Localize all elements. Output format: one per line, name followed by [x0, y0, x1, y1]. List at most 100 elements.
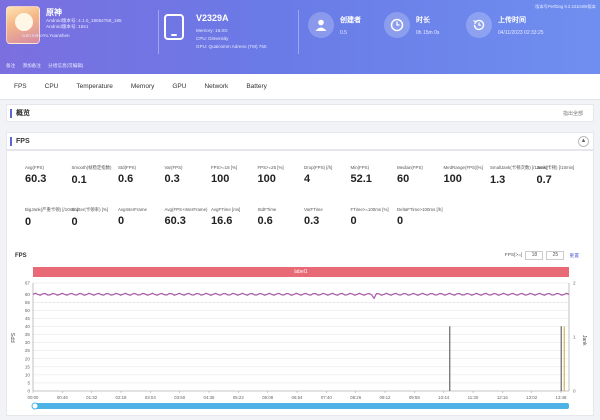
y-tick-label: 45 — [25, 316, 31, 321]
y-tick-label: 0 — [27, 389, 30, 394]
y-tick-label: 15 — [25, 364, 31, 369]
reset-link[interactable]: 重置 — [569, 252, 579, 259]
header-divider — [298, 10, 299, 54]
x-tick-label: 03:04 — [145, 395, 157, 400]
x-tick-label: 10:44 — [438, 395, 450, 400]
device-memory: Memory: 16.0G — [196, 28, 228, 33]
creator-value: 0.5 — [340, 30, 347, 36]
tab-network[interactable]: Network — [204, 83, 228, 90]
add-note-link[interactable]: 添加备注 — [22, 63, 40, 68]
user-icon — [308, 12, 334, 38]
x-tick-label: 02:18 — [116, 395, 128, 400]
duration-label: 时长 — [416, 17, 430, 24]
x-tick-label: 00:46 — [57, 395, 69, 400]
timeline-slider — [33, 403, 569, 409]
fps-panel-title: FPS — [16, 137, 30, 145]
x-tick-label: 00:00 — [28, 395, 40, 400]
app-package: com.miHoYo.Yuanshen — [22, 33, 70, 38]
fps-panel: Avg(FPS) 60.3 Smooth(帧稳定指数) 0.1 Std(FPS) 0.6 V… — [6, 150, 594, 416]
tab-gpu[interactable]: GPU — [172, 83, 186, 90]
fps-panel-header: FPS ▲ — [6, 132, 594, 150]
tab-temperature[interactable]: Temperature — [76, 83, 113, 90]
metric-item: DeltaFTime>100ms [/h] 0 — [397, 207, 457, 227]
y-tick-label: 50 — [25, 308, 31, 313]
overview-bar: 概览 指出全部 — [6, 104, 594, 122]
x-tick-label: 09:58 — [409, 395, 421, 400]
overview-title: 概览 — [16, 110, 30, 117]
section-marker — [10, 108, 12, 118]
creator-stat: 创建者 0.5 — [308, 12, 388, 48]
right-tick-label: 2 — [573, 281, 576, 286]
range-min-input[interactable]: 18 — [525, 251, 544, 260]
y-axis-label: FPS — [11, 332, 17, 342]
right-tick-label: 1 — [573, 335, 576, 340]
device-cpu: CPU: Dimensity — [196, 36, 229, 41]
fps-line-chart: 0 5 10 15 20 25 30 35 40 45 50 55 60 67 0 1 2 FPS Jank 00:0… — [11, 281, 587, 410]
device-info: V2329A Memory: 16.0G CPU: Dimensity GPU:… — [164, 10, 294, 60]
x-tick-label: 05:22 — [233, 395, 245, 400]
x-tick-label: 06:08 — [262, 395, 274, 400]
metric-tabs: FPS CPU Temperature Memory GPU Network B… — [0, 74, 600, 100]
x-tick-label: 13:02 — [526, 395, 538, 400]
x-tick-label: 03:50 — [174, 395, 186, 400]
metric-label: DeltaFTime>100ms [/h] — [397, 207, 443, 212]
collapse-icon[interactable]: ▲ — [578, 136, 589, 147]
right-axis-label: Jank — [581, 335, 587, 346]
note-links: 备注 添加备注 分组信息(可编辑) — [6, 63, 89, 69]
x-tick-label: 13:48 — [556, 395, 568, 400]
version-info: 版本号PerfDog 9.3 2310406版本 — [535, 4, 596, 9]
clock-icon — [384, 12, 410, 38]
history-icon — [466, 12, 492, 38]
y-tick-label: 55 — [25, 300, 31, 305]
y-tick-label: 67 — [25, 281, 31, 286]
device-gpu: GPU: Qualcomm Adreno (TM) 750 — [196, 44, 267, 49]
y-tick-label: 20 — [25, 356, 31, 361]
metric-label: Jank(卡顿) [/10min] — [536, 165, 575, 170]
upload-label: 上传时间 — [498, 17, 526, 24]
label-banner[interactable]: label1 — [33, 267, 569, 277]
metric-value: 0.7 — [536, 174, 552, 186]
metric-item: Jank(卡顿) [/10min] 0.7 — [537, 165, 597, 186]
y-tick-label: 10 — [25, 372, 31, 377]
tab-cpu[interactable]: CPU — [45, 83, 59, 90]
x-tick-label: 01:32 — [86, 395, 98, 400]
app-name: 原神 — [46, 8, 62, 17]
y-tick-label: 5 — [27, 380, 30, 385]
section-marker — [10, 136, 12, 146]
y-tick-label: 40 — [25, 324, 31, 329]
tab-memory[interactable]: Memory — [131, 83, 154, 90]
tab-fps[interactable]: FPS — [14, 83, 27, 90]
expand-all-link[interactable]: 指出全部 — [563, 110, 583, 117]
y-tick-label: 60 — [25, 292, 31, 297]
fps-range-controls: FPS[>=] 18 25 重置 — [505, 251, 579, 260]
x-tick-label: 08:26 — [350, 395, 362, 400]
upload-value: 04/11/2023 02:33:25 — [498, 30, 544, 36]
note-label[interactable]: 备注 — [6, 63, 15, 68]
header-divider — [158, 10, 159, 54]
y-tick-label: 25 — [25, 348, 31, 353]
upload-stat: 上传时间 04/11/2023 02:33:25 — [466, 12, 576, 48]
fps-chart-area: FPS FPS[>=] 18 25 重置 label1 0 5 10 15 20 25 30… — [7, 251, 595, 417]
phone-icon — [164, 14, 184, 40]
app-info: 原神 Android版本号: 4.1.0_18054758_185 Androi… — [6, 6, 156, 56]
x-tick-label: 12:16 — [497, 395, 509, 400]
duration-stat: 时长 0h 15m 0s — [384, 12, 464, 48]
x-tick-label: 09:12 — [380, 395, 392, 400]
creator-label: 创建者 — [340, 17, 361, 24]
x-tick-label: 04:36 — [204, 395, 216, 400]
metric-value: 0 — [397, 215, 404, 227]
range-max-input[interactable]: 25 — [546, 251, 565, 260]
x-tick-label: 11:30 — [468, 395, 479, 400]
x-tick-label: 06:54 — [292, 395, 304, 400]
y-tick-label: 35 — [25, 332, 31, 337]
tab-battery[interactable]: Battery — [246, 83, 267, 90]
group-info-link[interactable]: 分组信息(可编辑) — [48, 63, 83, 68]
y-tick-label: 30 — [25, 340, 31, 345]
slider-handle — [31, 402, 39, 410]
x-tick-label: 07:40 — [321, 395, 333, 400]
device-name: V2329A — [196, 13, 229, 23]
app-build: Android版本号: 1841 — [46, 24, 89, 29]
app-icon — [6, 6, 40, 44]
range-label: FPS[>=] — [504, 253, 523, 258]
duration-value: 0h 15m 0s — [416, 30, 440, 36]
